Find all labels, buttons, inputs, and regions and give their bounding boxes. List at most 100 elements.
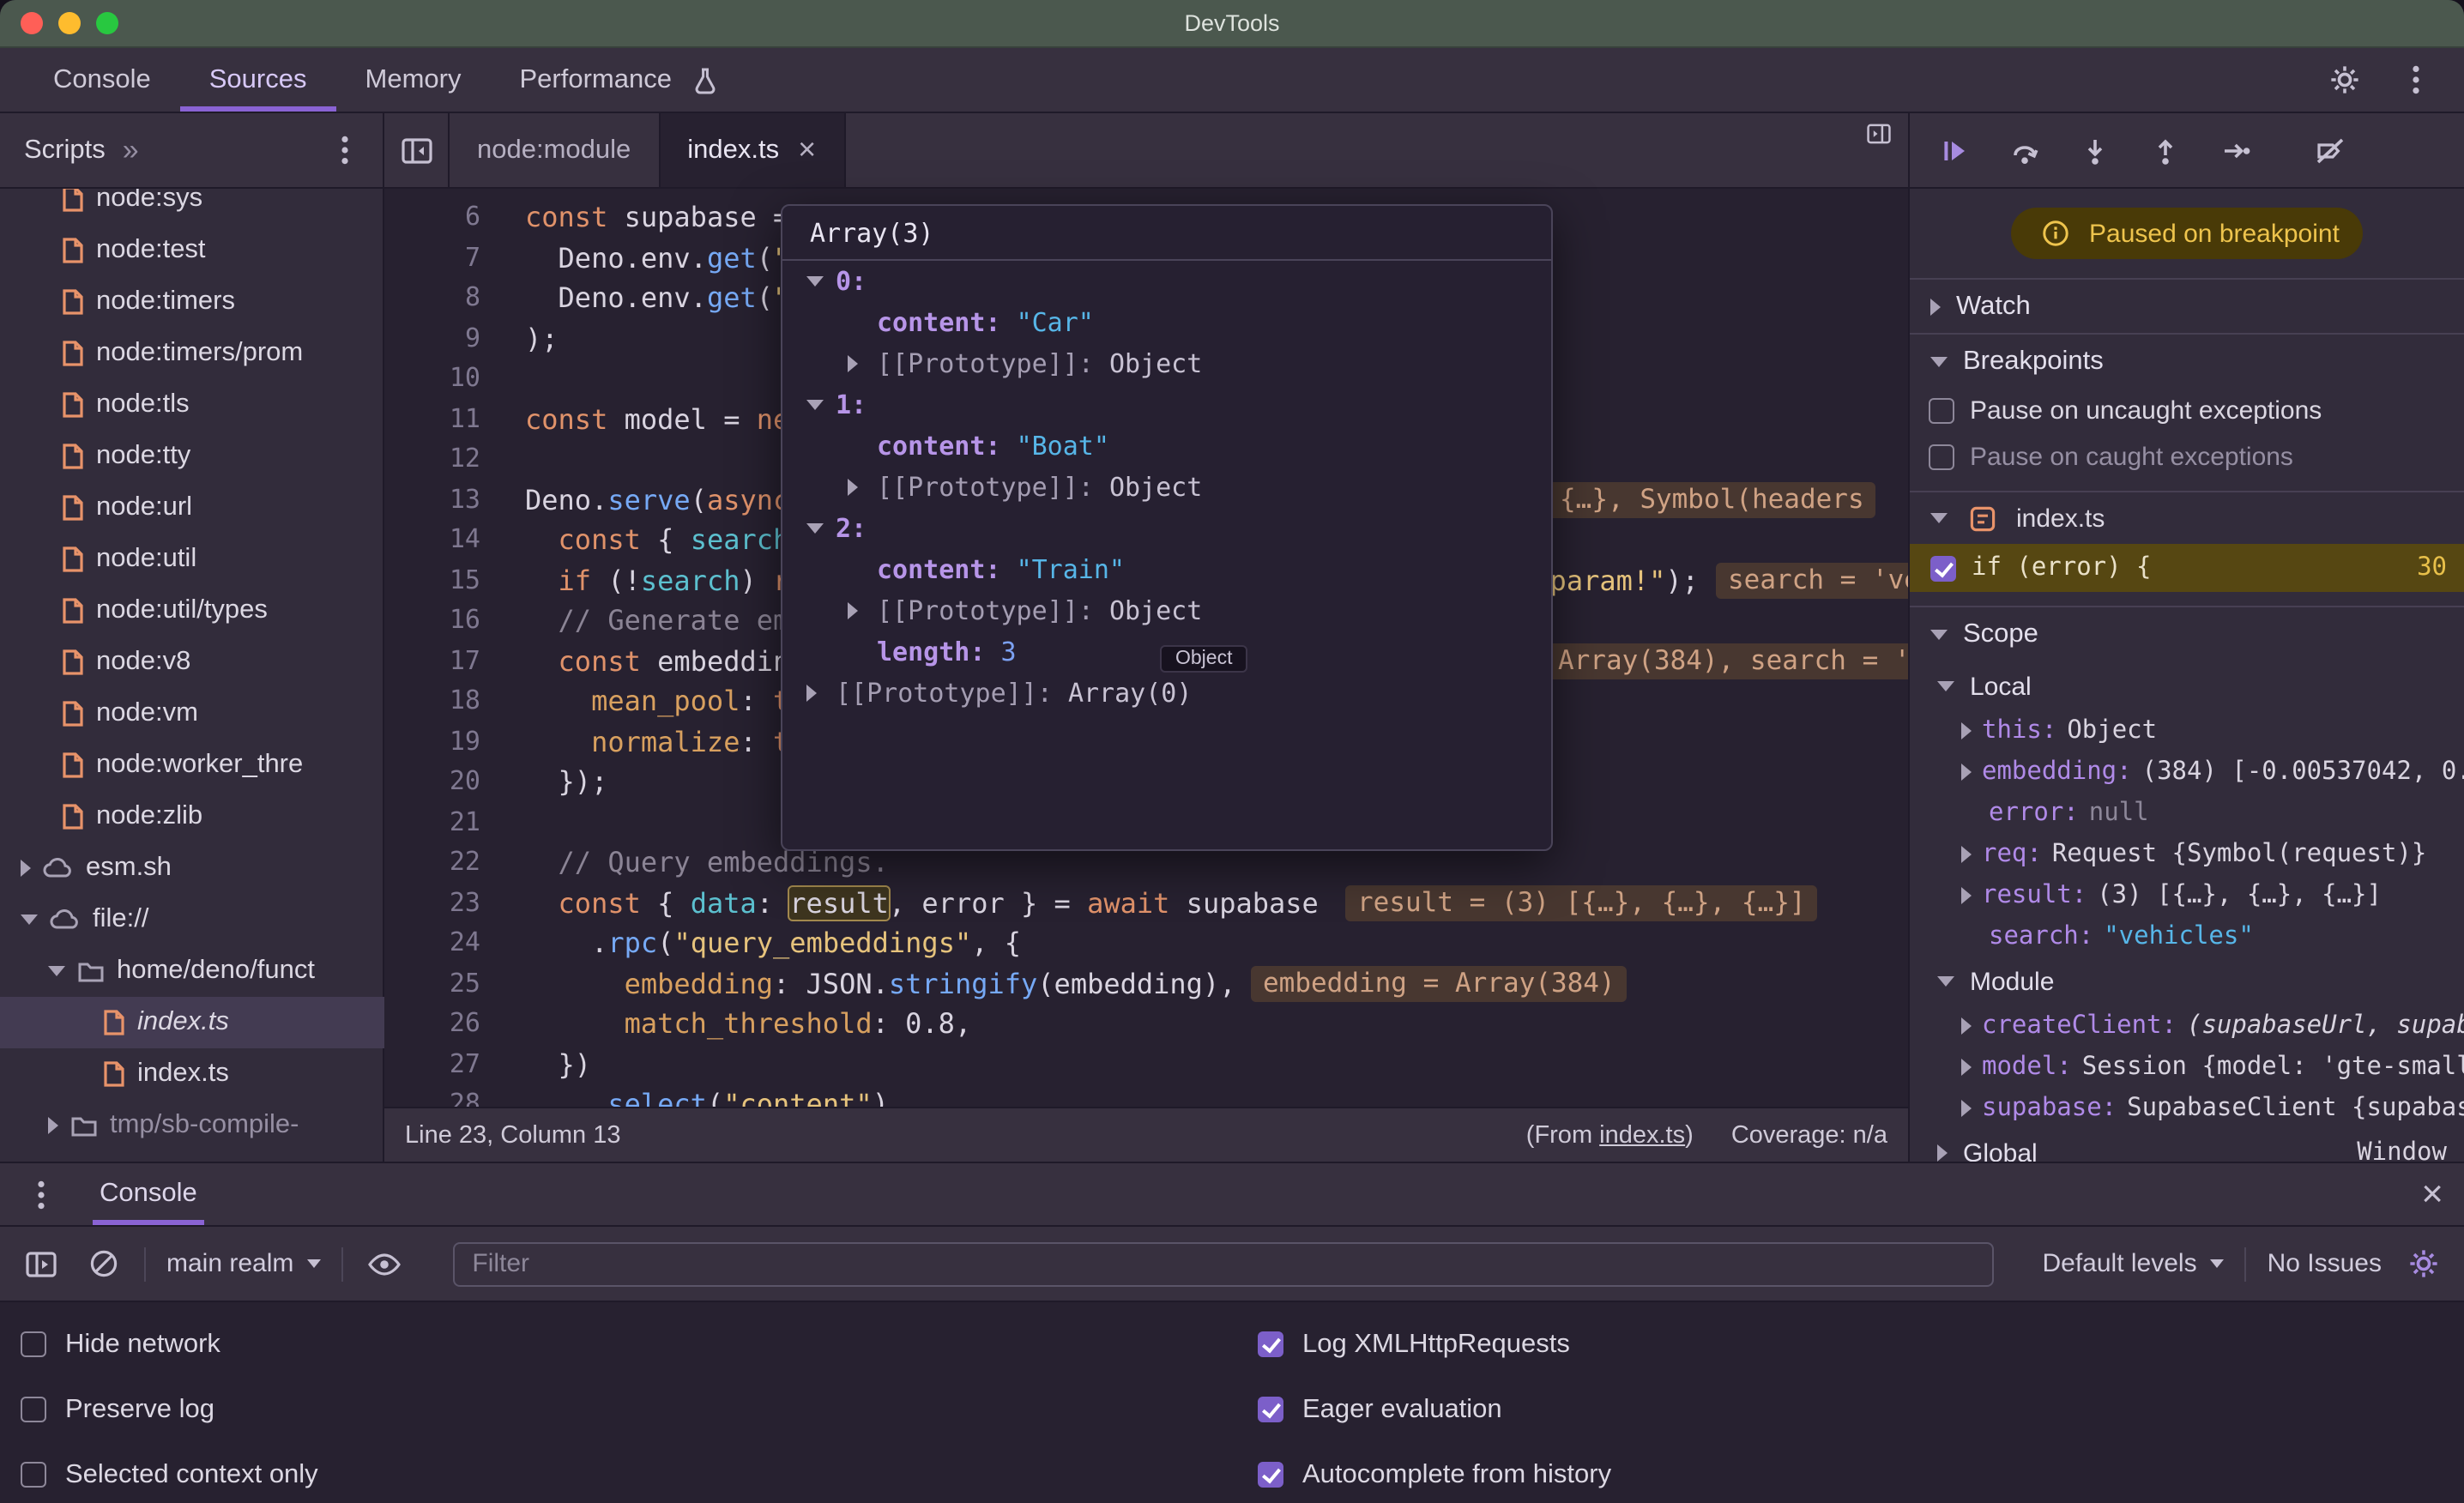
tree-item-node-timers-prom[interactable]: node:timers/prom xyxy=(0,328,384,379)
tree-item-node-url[interactable]: node:url xyxy=(0,482,384,534)
step-button[interactable] xyxy=(2215,130,2256,171)
popup-row[interactable]: [[Prototype]]: Object xyxy=(782,467,1551,508)
collapse-arrow-icon[interactable] xyxy=(1937,976,1954,987)
breakpoint-file-header[interactable]: index.ts xyxy=(1910,492,2464,544)
console-settings-gear-button[interactable] xyxy=(2402,1243,2443,1284)
scope-group-global[interactable]: GlobalWindow xyxy=(1910,1129,2464,1162)
resume-script-button[interactable] xyxy=(1934,130,1975,171)
line-number[interactable]: 15 xyxy=(384,560,480,601)
line-number[interactable]: 7 xyxy=(384,238,480,278)
checked-checkbox[interactable] xyxy=(1258,1462,1283,1488)
line-number[interactable]: 16 xyxy=(384,601,480,641)
hide-debugger-sidebar-button[interactable] xyxy=(1867,113,1908,154)
popup-row[interactable]: 2: xyxy=(782,508,1551,549)
checked-checkbox[interactable] xyxy=(1258,1331,1283,1357)
scope-group-local[interactable]: Local xyxy=(1910,662,2464,710)
scope-var-embedding[interactable]: embedding: (384) [-0.00537042, 0.0118] xyxy=(1910,752,2464,793)
step-over-button[interactable] xyxy=(2004,130,2045,171)
expand-arrow-icon[interactable] xyxy=(1961,764,1972,781)
console-setting-autocomplete-from-history[interactable]: Autocomplete from history xyxy=(1258,1450,2464,1500)
line-number[interactable]: 10 xyxy=(384,359,480,399)
collapse-arrow-icon[interactable] xyxy=(21,914,38,925)
editor-tab-node-module[interactable]: node:module xyxy=(450,113,660,187)
tree-item-home-deno-funct[interactable]: home/deno/funct xyxy=(0,945,384,997)
popup-row[interactable]: [[Prototype]]: Object xyxy=(782,590,1551,631)
close-drawer-button[interactable]: × xyxy=(2421,1175,2443,1213)
expand-arrow-icon[interactable] xyxy=(1961,1059,1972,1076)
unchecked-checkbox[interactable] xyxy=(1929,398,1954,424)
breakpoint-entry[interactable]: if (error) { 30 xyxy=(1910,544,2464,592)
unchecked-checkbox[interactable] xyxy=(21,1462,46,1488)
scope-var-model[interactable]: model: Session {model: 'gte-small'} xyxy=(1910,1047,2464,1088)
line-number[interactable]: 8 xyxy=(384,278,480,318)
expand-arrow-icon[interactable] xyxy=(806,685,836,702)
line-number[interactable]: 20 xyxy=(384,762,480,802)
popup-row[interactable]: content: "Train" xyxy=(782,549,1551,590)
more-tabs-chevron-icon[interactable]: » xyxy=(123,133,139,167)
popup-row[interactable]: [[Prototype]]: Array(0) xyxy=(782,673,1551,714)
tree-item-index-ts[interactable]: index.ts xyxy=(0,997,384,1048)
breakpoints-section-header[interactable]: Breakpoints xyxy=(1910,333,2464,388)
tree-item-node-vm[interactable]: node:vm xyxy=(0,688,384,739)
expand-arrow-icon[interactable] xyxy=(1961,1100,1972,1117)
expand-arrow-icon[interactable] xyxy=(1937,1144,1948,1162)
tree-item-tmp-sb-compile[interactable]: tmp/sb-compile- xyxy=(0,1100,384,1151)
tab-sources[interactable]: Sources xyxy=(180,48,336,112)
expand-arrow-icon[interactable] xyxy=(1930,298,1941,315)
tree-item-node-tls[interactable]: node:tls xyxy=(0,379,384,431)
expand-arrow-icon[interactable] xyxy=(848,355,877,372)
drawer-menu-kebab-button[interactable] xyxy=(21,1174,62,1215)
tree-item-node-zlib[interactable]: node:zlib xyxy=(0,791,384,842)
line-number[interactable]: 21 xyxy=(384,802,480,842)
scripts-tab[interactable]: Scripts xyxy=(24,135,106,166)
tree-item-index-ts[interactable]: index.ts xyxy=(0,1048,384,1100)
scope-group-module[interactable]: Module xyxy=(1910,957,2464,1005)
pause-on-uncaught-option[interactable]: Pause on uncaught exceptions xyxy=(1910,388,2464,434)
tree-item-node-util[interactable]: node:util xyxy=(0,534,384,585)
expand-arrow-icon[interactable] xyxy=(21,860,31,877)
tree-item-node-v8[interactable]: node:v8 xyxy=(0,637,384,688)
checked-checkbox[interactable] xyxy=(1930,555,1956,581)
line-number[interactable]: 17 xyxy=(384,641,480,681)
expand-arrow-icon[interactable] xyxy=(1961,722,1972,739)
unchecked-checkbox[interactable] xyxy=(21,1397,46,1422)
line-number[interactable]: 28 xyxy=(384,1084,480,1107)
line-number[interactable]: 14 xyxy=(384,520,480,560)
log-levels-selector[interactable]: Default levels xyxy=(2043,1249,2225,1278)
navigator-menu-kebab-button[interactable] xyxy=(324,130,365,171)
console-setting-preserve-log[interactable]: Preserve log xyxy=(21,1385,1232,1434)
scope-var-search[interactable]: search: "vehicles" xyxy=(1910,916,2464,957)
console-sidebar-toggle-button[interactable] xyxy=(21,1243,62,1284)
tree-item-node-sys[interactable]: node:sys xyxy=(0,189,384,225)
close-tab-icon[interactable]: × xyxy=(798,132,816,168)
popup-row[interactable]: content: "Car" xyxy=(782,302,1551,343)
expand-arrow-icon[interactable] xyxy=(48,1117,58,1134)
line-number[interactable]: 19 xyxy=(384,721,480,762)
expand-arrow-icon[interactable] xyxy=(1961,846,1972,863)
collapse-arrow-icon[interactable] xyxy=(806,276,836,287)
clear-console-button[interactable] xyxy=(82,1243,124,1284)
more-options-kebab-button[interactable] xyxy=(2395,59,2437,100)
collapse-arrow-icon[interactable] xyxy=(806,523,836,534)
console-setting-hide-network[interactable]: Hide network xyxy=(21,1319,1232,1369)
collapse-arrow-icon[interactable] xyxy=(1930,630,1948,640)
checked-checkbox[interactable] xyxy=(1258,1397,1283,1422)
line-number[interactable]: 24 xyxy=(384,923,480,963)
tree-item-node-test[interactable]: node:test xyxy=(0,225,384,276)
deactivate-breakpoints-button[interactable] xyxy=(2310,130,2351,171)
console-setting-selected-context-only[interactable]: Selected context only xyxy=(21,1450,1232,1500)
execution-context-selector[interactable]: main realm xyxy=(166,1249,321,1278)
expand-arrow-icon[interactable] xyxy=(1961,887,1972,904)
settings-gear-button[interactable] xyxy=(2323,59,2364,100)
line-number[interactable]: 6 xyxy=(384,197,480,238)
popup-row[interactable]: content: "Boat" xyxy=(782,426,1551,467)
line-number[interactable]: 12 xyxy=(384,439,480,480)
popup-row[interactable]: 0: xyxy=(782,261,1551,302)
hovered-token[interactable]: result xyxy=(789,886,889,919)
editor-tab-index-ts[interactable]: index.ts × xyxy=(660,113,845,187)
collapse-arrow-icon[interactable] xyxy=(1930,356,1948,366)
tree-item-node-util-types[interactable]: node:util/types xyxy=(0,585,384,637)
scope-var-this[interactable]: this: Object xyxy=(1910,710,2464,752)
live-expression-eye-button[interactable] xyxy=(364,1243,405,1284)
line-number[interactable]: 22 xyxy=(384,842,480,883)
